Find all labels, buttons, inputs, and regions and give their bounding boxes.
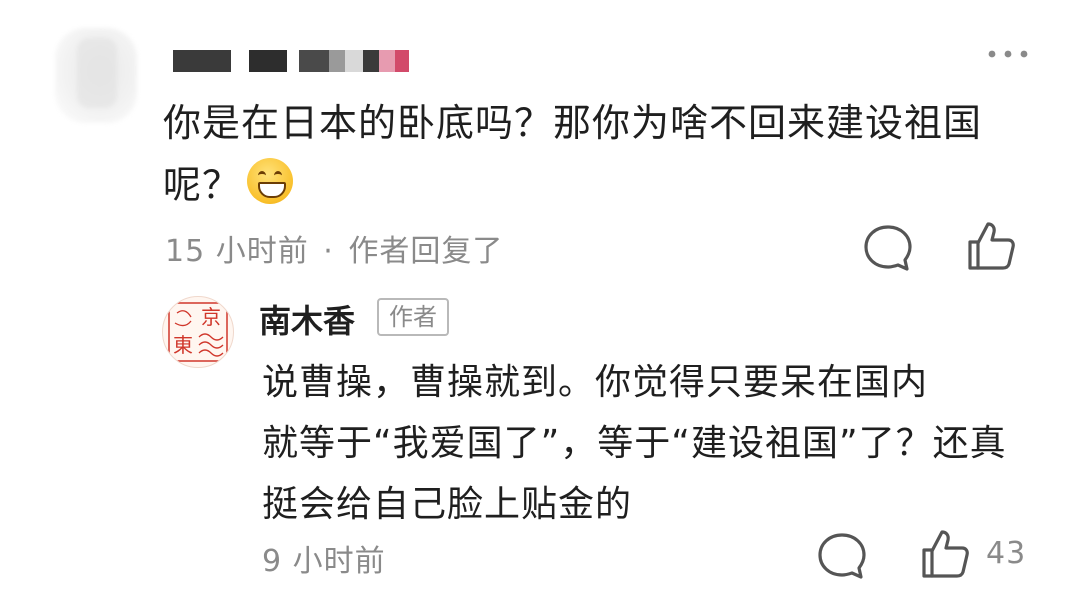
- comment-body: 你是在日本的卧底吗？那你为啥不回来建设祖国 呢？: [163, 92, 1043, 216]
- author-replied-label: 作者回复了: [348, 234, 504, 269]
- reply-thumbs-up-icon[interactable]: [918, 526, 972, 582]
- comment-line-1: 你是在日本的卧底吗？那你为啥不回来建设祖国: [163, 101, 983, 145]
- reply-comment-bubble-icon[interactable]: [814, 528, 870, 584]
- comment-time: 15 小时前: [165, 234, 309, 269]
- seal-char-jing: 京: [201, 305, 221, 329]
- reply-body: 说曹操，曹操就到。你觉得只要呆在国内 就等于“我爱国了”，等于“建设祖国”了？还…: [262, 352, 1052, 535]
- reply-time: 9 小时前: [262, 544, 386, 579]
- reply-like-count: 43: [986, 536, 1027, 571]
- comment-line-2: 呢？: [163, 163, 242, 207]
- author-badge: 作者: [377, 298, 449, 336]
- more-dots-icon[interactable]: [983, 44, 1033, 64]
- reply-line-1: 说曹操，曹操就到。你觉得只要呆在国内: [262, 362, 929, 403]
- meta-separator: ·: [323, 234, 334, 269]
- reply-line-2: 就等于“我爱国了”，等于“建设祖国”了？还真: [262, 423, 1007, 464]
- reply-author-name[interactable]: 南木香: [259, 296, 355, 342]
- seal-char-dong: 東: [173, 333, 193, 357]
- grinning-face-emoji-icon: [247, 158, 294, 204]
- thumbs-up-icon[interactable]: [964, 218, 1018, 274]
- commenter-name-pixelated[interactable]: [173, 47, 409, 75]
- commenter-avatar-blurred[interactable]: [55, 28, 137, 123]
- comment-bubble-icon[interactable]: [860, 220, 916, 276]
- comment-meta: 15 小时前 · 作者回复了: [165, 226, 503, 270]
- reply-author-avatar[interactable]: 京 東: [162, 296, 234, 368]
